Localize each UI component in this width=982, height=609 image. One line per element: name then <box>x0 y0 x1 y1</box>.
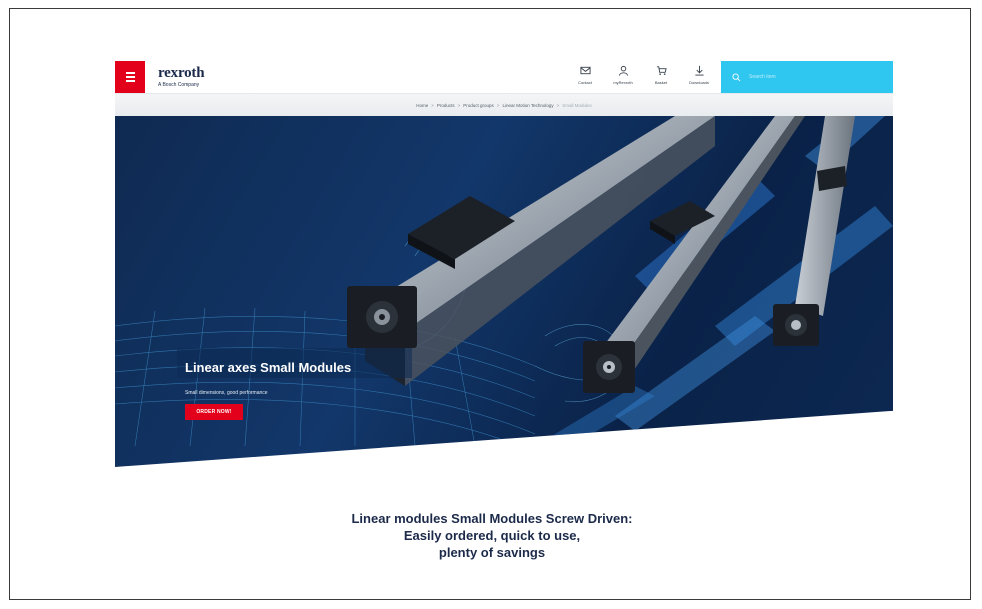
breadcrumb-linear-motion[interactable]: Linear Motion Technology <box>502 103 553 108</box>
breadcrumb-separator: > <box>556 102 560 108</box>
breadcrumb-separator: > <box>431 102 434 108</box>
nav-myrexroth-label: myRexroth <box>613 80 633 85</box>
logo-wordmark: rexroth <box>158 65 205 81</box>
mail-icon <box>579 66 591 75</box>
order-now-button[interactable]: ORDER NOW! <box>185 404 243 420</box>
headline-line-1: Linear modules Small Modules Screw Drive… <box>351 511 633 526</box>
nav-downloads-label: Downloads <box>689 80 709 85</box>
search-icon[interactable] <box>732 72 741 82</box>
breadcrumb-products[interactable]: Products <box>437 103 455 108</box>
site-header: rexroth A Bosch Company Contact myRexrot… <box>115 61 893 94</box>
search-input[interactable] <box>747 73 871 81</box>
nav-myrexroth[interactable]: myRexroth <box>604 65 642 85</box>
hero-banner: Linear axes Small Modules Small dimensio… <box>115 116 893 467</box>
nav-contact-label: Contact <box>578 80 592 85</box>
breadcrumb: Home > Products > Product groups > Linea… <box>115 94 893 116</box>
nav-basket-label: Basket <box>654 80 668 85</box>
page-headline: Linear modules Small Modules Screw Drive… <box>200 510 784 561</box>
logo-tagline: A Bosch Company <box>158 82 200 88</box>
headline-line-3: plenty of savings <box>438 545 546 560</box>
cart-icon <box>656 66 667 75</box>
breadcrumb-separator: > <box>457 102 461 108</box>
hero-title: Linear axes Small Modules <box>185 360 352 375</box>
website-viewport: rexroth A Bosch Company Contact myRexrot… <box>115 61 893 467</box>
nav-downloads[interactable]: Downloads <box>680 65 718 85</box>
breadcrumb-separator: > <box>496 102 500 108</box>
breadcrumb-product-groups[interactable]: Product groups <box>463 103 494 108</box>
user-icon <box>618 65 628 76</box>
search-bar[interactable] <box>721 61 893 93</box>
menu-button[interactable] <box>115 61 145 93</box>
breadcrumb-current: Small Modules <box>562 102 592 108</box>
rexroth-logo[interactable]: rexroth A Bosch Company <box>158 65 205 89</box>
hero-subtitle: Small dimensions, good performance <box>185 390 268 396</box>
download-icon <box>694 65 704 76</box>
breadcrumb-home[interactable]: Home <box>416 103 428 108</box>
hamburger-icon <box>125 71 135 83</box>
nav-basket[interactable]: Basket <box>642 65 680 85</box>
headline-line-2: Easily ordered, quick to use, <box>403 528 581 543</box>
header-nav: Contact myRexroth Basket Downloads <box>566 65 718 85</box>
nav-contact[interactable]: Contact <box>566 65 604 85</box>
